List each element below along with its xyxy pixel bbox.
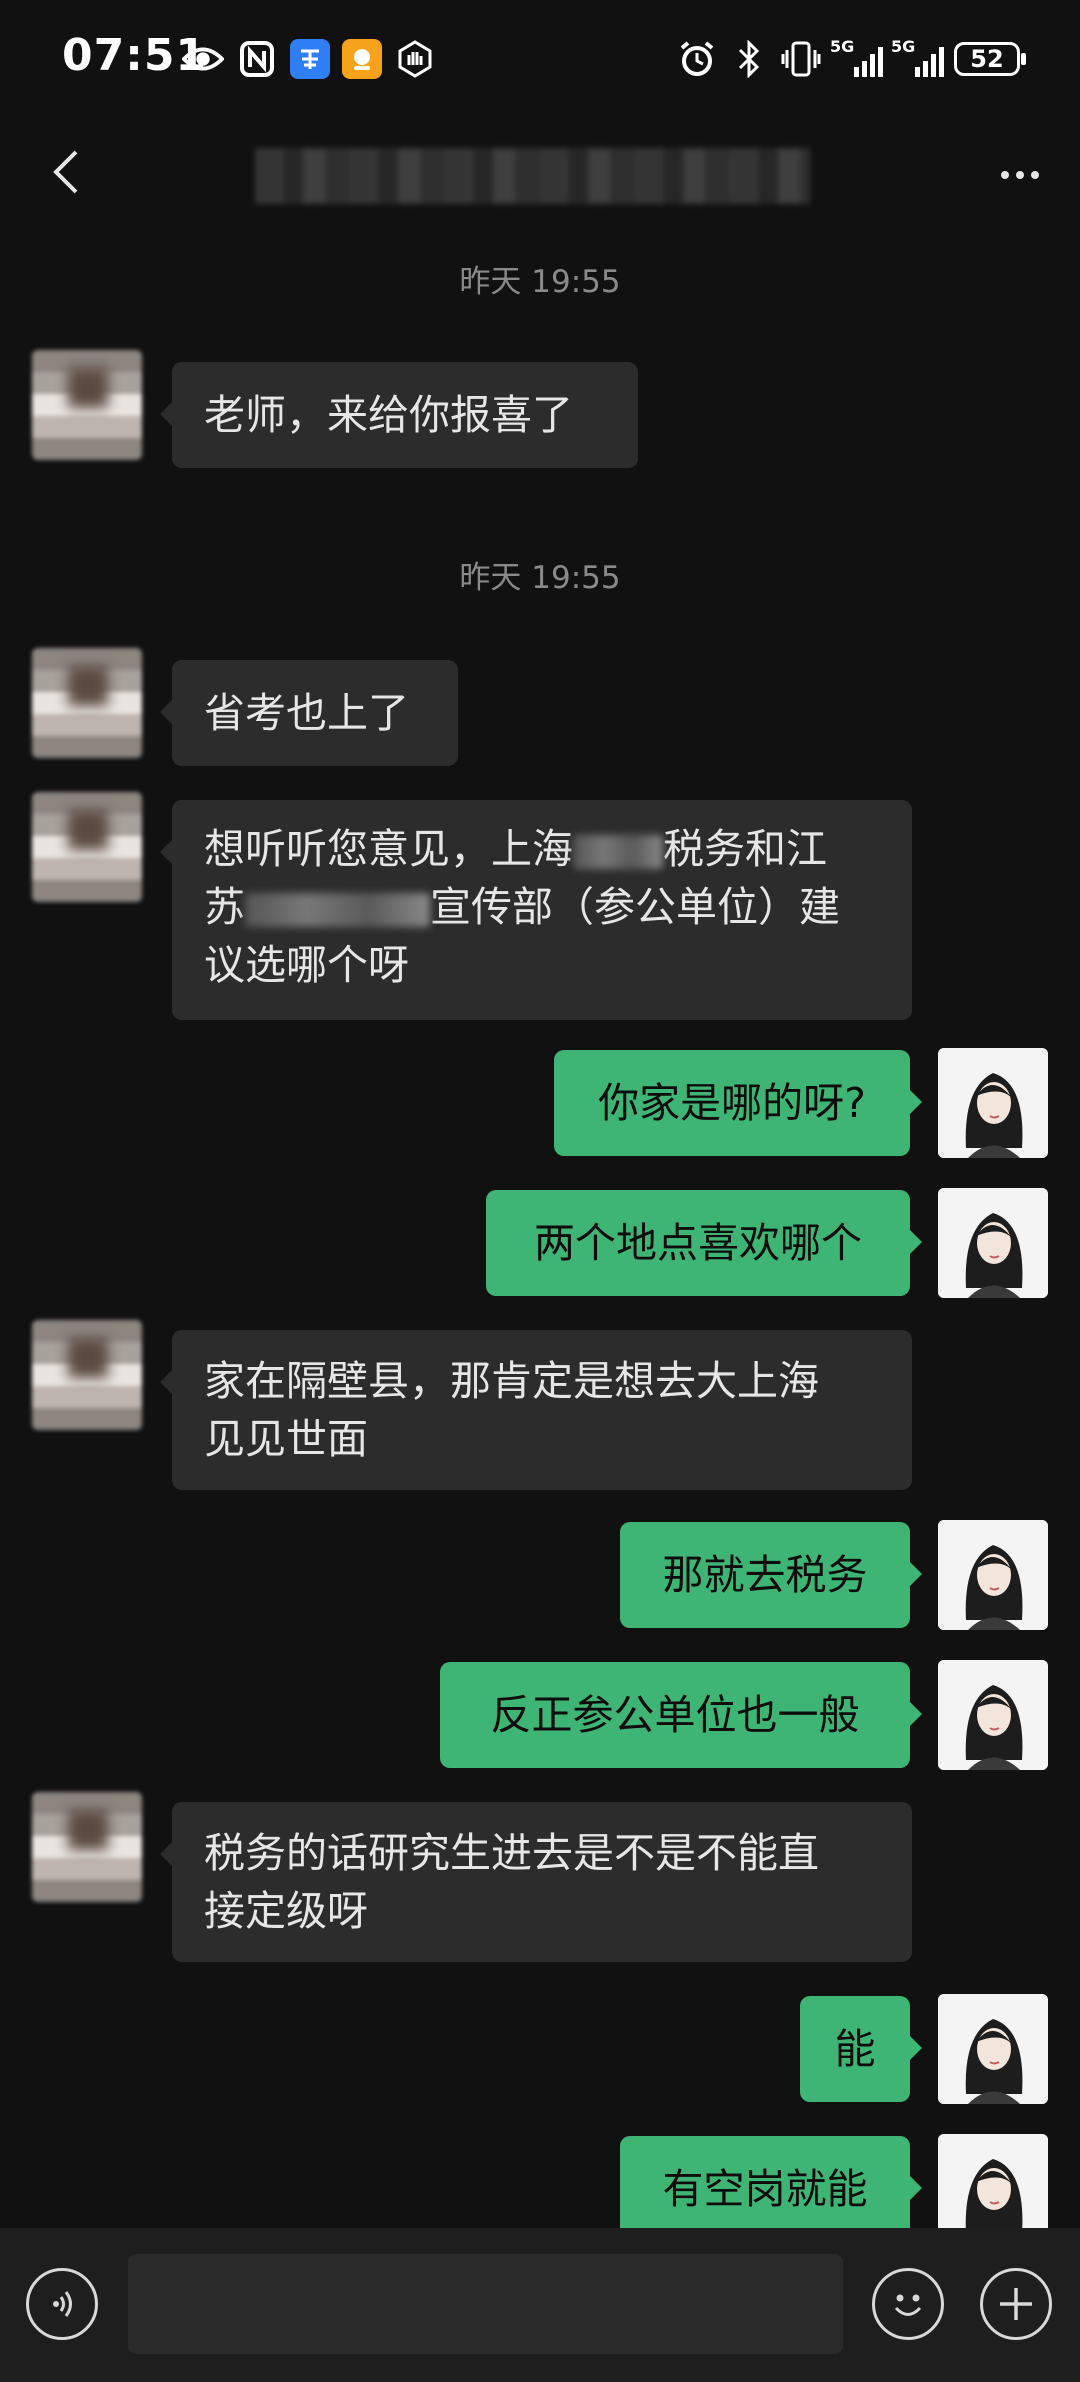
received-message[interactable]: 想听听您意见，上海 税务和江 苏宣传部（参公单位）建 议选哪个呀 xyxy=(160,800,912,1020)
more-dots-icon xyxy=(1001,171,1009,179)
battery-level: 52 xyxy=(970,45,1004,73)
nfc-icon xyxy=(236,38,278,80)
chat-title xyxy=(255,148,810,204)
eye-icon xyxy=(182,38,224,80)
bluetooth-icon xyxy=(728,38,770,80)
message-line: 接定级呀 xyxy=(204,1887,368,1935)
battery-icon: 52 xyxy=(954,42,1026,76)
input-bar xyxy=(0,2228,1080,2382)
sent-message[interactable]: 有空岗就能 xyxy=(620,2136,922,2228)
plus-icon xyxy=(1000,2288,1032,2320)
self-avatar-illustration xyxy=(938,1520,1048,1630)
message-line: 想听听您意见，上海 税务和江 xyxy=(204,825,827,873)
contact-avatar[interactable] xyxy=(32,792,142,902)
vibrate-icon xyxy=(780,38,822,80)
back-button[interactable] xyxy=(36,142,96,202)
received-message[interactable]: 税务的话研究生进去是不是不能直 接定级呀 xyxy=(160,1802,912,1962)
app-badge-icon xyxy=(290,39,330,79)
message-timestamp: 昨天 19:55 xyxy=(459,560,621,596)
chevron-left-icon xyxy=(53,150,78,194)
received-message[interactable]: 家在隔壁县，那肯定是想去大上海 见见世面 xyxy=(160,1330,912,1490)
message-line: 家在隔壁县，那肯定是想去大上海 xyxy=(204,1357,819,1405)
message-line: 苏宣传部（参公单位）建 xyxy=(204,883,840,931)
message-text: 能 xyxy=(834,2025,876,2073)
emoji-icon xyxy=(894,2294,922,2316)
voice-button[interactable] xyxy=(26,2268,98,2340)
more-options-button[interactable] xyxy=(990,150,1050,200)
self-avatar-illustration xyxy=(938,1188,1048,1298)
sent-message[interactable]: 两个地点喜欢哪个 xyxy=(486,1190,922,1296)
message-line: 见见世面 xyxy=(204,1415,368,1463)
message-line: 税务的话研究生进去是不是不能直 xyxy=(204,1829,819,1877)
self-avatar[interactable] xyxy=(938,1048,1048,1158)
signal-icon: 5G xyxy=(891,37,944,77)
sent-message[interactable]: 那就去税务 xyxy=(620,1522,922,1628)
message-timestamp: 昨天 19:55 xyxy=(459,264,621,300)
message-text: 反正参公单位也一般 xyxy=(490,1691,860,1739)
message-text: 省考也上了 xyxy=(204,689,409,737)
message-text: 老师，来给你报喜了 xyxy=(204,391,573,439)
message-input[interactable] xyxy=(128,2254,843,2354)
app-badge-icon xyxy=(342,39,382,79)
message-text: 那就去税务 xyxy=(662,1551,868,1599)
network-type-label: 5G xyxy=(830,37,855,56)
sent-message[interactable]: 你家是哪的呀? xyxy=(554,1050,922,1156)
status-right-icons: 5G 5G 52 xyxy=(676,37,1026,80)
self-avatar[interactable] xyxy=(938,1188,1048,1298)
chat-header xyxy=(0,120,1080,230)
self-avatar-illustration xyxy=(938,2134,1048,2228)
status-bar: 07:51 5G 5G 52 xyxy=(0,0,1080,120)
voice-icon xyxy=(53,2291,72,2317)
contact-avatar[interactable] xyxy=(32,1320,142,1430)
self-avatar-illustration xyxy=(938,1660,1048,1770)
sent-message[interactable]: 反正参公单位也一般 xyxy=(440,1662,922,1768)
self-avatar[interactable] xyxy=(938,1520,1048,1630)
contact-avatar[interactable] xyxy=(32,350,142,460)
contact-avatar[interactable] xyxy=(32,1792,142,1902)
self-avatar[interactable] xyxy=(938,1994,1048,2104)
received-message[interactable]: 老师，来给你报喜了 xyxy=(160,362,638,468)
alarm-icon xyxy=(676,38,718,80)
shield-hand-icon xyxy=(394,38,436,80)
more-functions-button[interactable] xyxy=(980,2268,1052,2340)
status-left-icons xyxy=(182,38,436,80)
message-list[interactable]: 昨天 19:55 老师，来给你报喜了 昨天 19:55 省考也上了 想听听您意见… xyxy=(0,230,1080,2228)
emoji-button[interactable] xyxy=(872,2268,944,2340)
self-avatar-illustration xyxy=(938,1994,1048,2104)
message-text: 你家是哪的呀? xyxy=(598,1079,866,1127)
contact-avatar[interactable] xyxy=(32,648,142,758)
signal-icon: 5G xyxy=(830,37,883,77)
received-message[interactable]: 省考也上了 xyxy=(160,660,458,766)
message-line: 议选哪个呀 xyxy=(204,941,409,989)
message-text: 有空岗就能 xyxy=(662,2165,868,2213)
self-avatar-illustration xyxy=(938,1048,1048,1158)
self-avatar[interactable] xyxy=(938,1660,1048,1770)
sent-message[interactable]: 能 xyxy=(800,1996,922,2102)
redacted-text xyxy=(245,893,430,927)
network-type-label: 5G xyxy=(891,37,916,56)
message-text: 两个地点喜欢哪个 xyxy=(534,1219,862,1267)
self-avatar[interactable] xyxy=(938,2134,1048,2228)
redacted-text xyxy=(573,835,663,869)
